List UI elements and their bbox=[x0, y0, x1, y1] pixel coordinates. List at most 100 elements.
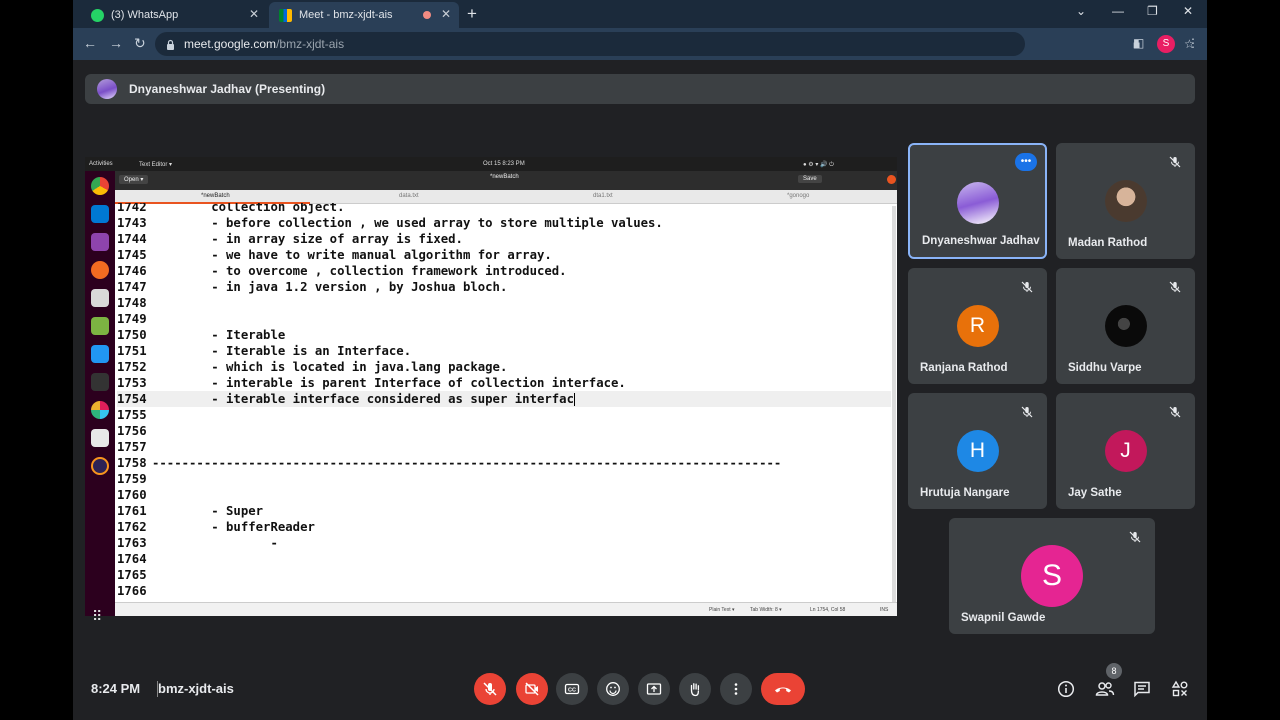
presenter-avatar bbox=[97, 79, 117, 99]
close-icon[interactable]: ✕ bbox=[249, 7, 259, 21]
line-number: 1752 bbox=[117, 360, 147, 374]
editor-tab: data.txt bbox=[399, 193, 419, 199]
vscode-icon bbox=[91, 205, 109, 223]
line-text: ----------------------------------------… bbox=[152, 456, 782, 470]
text-cursor bbox=[574, 393, 575, 406]
minimize-button[interactable]: — bbox=[1112, 4, 1124, 18]
microphone-toggle-button[interactable] bbox=[474, 673, 506, 705]
text-editor-icon bbox=[91, 429, 109, 447]
code-line: 1757 bbox=[117, 439, 891, 455]
restore-button[interactable]: ❐ bbox=[1147, 4, 1158, 18]
participant-tile[interactable]: Siddhu Varpe bbox=[1056, 268, 1195, 384]
code-line: 1747 - in java 1.2 version , by Joshua b… bbox=[117, 279, 891, 295]
captions-button[interactable]: CC bbox=[556, 673, 588, 705]
participant-tile[interactable]: H Hrutuja Nangare bbox=[908, 393, 1047, 509]
line-number: 1760 bbox=[117, 488, 147, 502]
chat-icon[interactable] bbox=[1133, 680, 1151, 698]
present-now-button[interactable] bbox=[638, 673, 670, 705]
tab-search-icon[interactable]: ⌄ bbox=[1076, 4, 1086, 18]
code-line: 1752 - which is located in java.lang pac… bbox=[117, 359, 891, 375]
line-text: - iterable interface considered as super… bbox=[152, 392, 574, 406]
camera-off-icon bbox=[525, 682, 539, 696]
participant-tile[interactable]: R Ranjana Rathod bbox=[908, 268, 1047, 384]
reactions-button[interactable] bbox=[597, 673, 629, 705]
line-number: 1743 bbox=[117, 216, 147, 230]
line-text: - bbox=[152, 536, 278, 550]
participant-tile[interactable]: Dnyaneshwar Jadhav ••• bbox=[908, 143, 1047, 259]
meeting-code: bmz-xjdt-ais bbox=[158, 681, 234, 696]
line-number: 1763 bbox=[117, 536, 147, 550]
line-number: 1764 bbox=[117, 552, 147, 566]
participant-name: Hrutuja Nangare bbox=[920, 487, 1010, 499]
menu-kebab-icon[interactable]: ⋮ bbox=[1187, 36, 1199, 50]
code-line: 1763 - bbox=[117, 535, 891, 551]
profile-avatar[interactable]: S bbox=[1157, 35, 1175, 53]
tile-more-options-icon[interactable]: ••• bbox=[1015, 153, 1037, 171]
participant-avatar: J bbox=[1104, 430, 1147, 472]
line-text: - Iterable bbox=[152, 328, 286, 342]
address-bar[interactable]: meet.google.com/bmz-xjdt-ais ■ ⇪ ☆ bbox=[155, 32, 1195, 56]
participant-tile[interactable]: Madan Rathod bbox=[1056, 143, 1195, 259]
hand-icon bbox=[690, 683, 700, 697]
ubuntu-top-bar: Activities Text Editor ▾ Oct 15 8:23 PM … bbox=[85, 157, 897, 171]
code-line: 1754 - iterable interface considered as … bbox=[117, 391, 891, 407]
back-button[interactable]: ← bbox=[83, 35, 97, 51]
participant-tile[interactable]: J Jay Sathe bbox=[1056, 393, 1195, 509]
terminal-icon bbox=[91, 373, 109, 391]
tab-whatsapp[interactable]: (3) WhatsApp ✕ bbox=[81, 2, 267, 28]
system-clock: Oct 15 8:23 PM bbox=[483, 161, 525, 167]
camera-toggle-button[interactable] bbox=[516, 673, 548, 705]
line-number: 1748 bbox=[117, 296, 147, 310]
line-number: 1749 bbox=[117, 312, 147, 326]
more-vert-icon bbox=[734, 683, 738, 695]
close-icon[interactable]: ✕ bbox=[441, 7, 451, 21]
system-tray-icon: ● ⚙ ▾ 🔊 ⏻ bbox=[803, 162, 834, 168]
line-number: 1766 bbox=[117, 584, 147, 598]
code-line: 1745 - we have to write manual algorithm… bbox=[117, 247, 891, 263]
reload-button[interactable]: ↻ bbox=[134, 35, 146, 52]
mic-off-icon bbox=[483, 682, 497, 696]
new-tab-button[interactable]: + bbox=[467, 4, 477, 24]
close-icon bbox=[887, 175, 896, 184]
participant-name: Swapnil Gawde bbox=[961, 612, 1046, 624]
lock-icon bbox=[167, 39, 174, 50]
line-number: 1755 bbox=[117, 408, 147, 422]
files-icon bbox=[91, 289, 109, 307]
svg-text:CC: CC bbox=[568, 688, 576, 694]
participant-name: Dnyaneshwar Jadhav bbox=[922, 235, 1040, 247]
meeting-info-icon[interactable] bbox=[1057, 680, 1075, 698]
shield-icon bbox=[91, 345, 109, 363]
code-line: 1758 ------------------------------------… bbox=[117, 455, 891, 471]
editor-header-bar: Open ▾ *newBatch Save bbox=[115, 171, 897, 190]
code-line: 1759 bbox=[117, 471, 891, 487]
code-line: 1751 - Iterable is an Interface. bbox=[117, 343, 891, 359]
participant-tile[interactable]: S Swapnil Gawde bbox=[949, 518, 1155, 634]
text-editor-window: Open ▾ *newBatch Save *newBatch data.txt… bbox=[115, 171, 897, 616]
intellij-icon bbox=[91, 233, 109, 251]
url-path: /bmz-xjdt-ais bbox=[276, 37, 345, 51]
line-text: - we have to write manual algorithm for … bbox=[152, 248, 552, 262]
activities-icon[interactable] bbox=[1171, 680, 1189, 698]
people-icon[interactable] bbox=[1095, 680, 1115, 698]
code-line: 1749 bbox=[117, 311, 891, 327]
close-window-button[interactable]: ✕ bbox=[1183, 4, 1193, 18]
code-line: 1750 - Iterable bbox=[117, 327, 891, 343]
google-meet-icon bbox=[279, 8, 292, 22]
line-number: 1750 bbox=[117, 328, 147, 342]
side-panel-icon[interactable]: ◧ bbox=[1133, 36, 1144, 50]
line-number: 1742 bbox=[117, 203, 147, 214]
line-number: 1746 bbox=[117, 264, 147, 278]
line-number: 1754 bbox=[117, 392, 147, 406]
participant-name: Madan Rathod bbox=[1068, 237, 1148, 249]
forward-button[interactable]: → bbox=[109, 35, 123, 51]
meeting-time: 8:24 PM bbox=[91, 681, 141, 696]
line-number: 1745 bbox=[117, 248, 147, 262]
line-text: - Super bbox=[152, 504, 264, 518]
url-host: meet.google.com bbox=[184, 37, 277, 51]
editor-title: *newBatch bbox=[490, 174, 519, 180]
raise-hand-button[interactable] bbox=[679, 673, 711, 705]
leave-call-button[interactable] bbox=[761, 673, 805, 705]
tab-meet[interactable]: Meet - bmz-xjdt-ais ✕ bbox=[269, 2, 459, 28]
more-options-button[interactable] bbox=[720, 673, 752, 705]
participant-name: Ranjana Rathod bbox=[920, 362, 1008, 374]
